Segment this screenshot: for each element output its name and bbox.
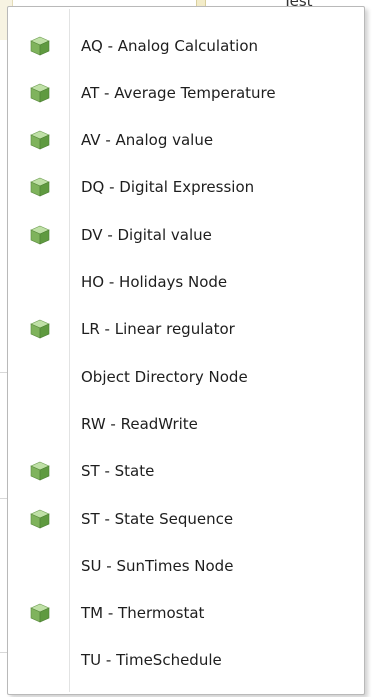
menu-item-icon-slot <box>10 542 69 589</box>
menu-item[interactable]: ST - State <box>10 448 362 495</box>
cube-icon <box>29 225 50 245</box>
menu-item-label: ST - State Sequence <box>81 509 234 528</box>
menu-item-label: LR - Linear regulator <box>81 320 235 339</box>
menu-item[interactable]: DV - Digital value <box>10 211 362 258</box>
menu-item[interactable]: TM - Thermostat <box>10 590 362 637</box>
menu-item[interactable]: TU - TimeSchedule <box>10 637 362 684</box>
context-menu: AQ - Analog Calculation AT - Average Temp… <box>7 6 365 695</box>
menu-item-label: RW - ReadWrite <box>81 414 198 433</box>
menu-item-label: SU - SunTimes Node <box>81 556 234 575</box>
cube-icon <box>29 36 50 55</box>
cube-icon <box>29 178 50 197</box>
menu-item-icon-slot <box>10 495 69 542</box>
menu-item-icon-slot <box>10 117 69 164</box>
menu-item-icon-slot <box>10 69 69 116</box>
menu-item-label: HO - Holidays Node <box>81 273 228 291</box>
menu-item[interactable]: AT - Average Temperature <box>10 69 362 116</box>
menu-item-label: AQ - Analog Calculation <box>81 36 259 55</box>
cube-icon <box>29 461 50 481</box>
menu-item-icon-slot <box>10 306 69 353</box>
menu-item[interactable]: AV - Analog value <box>10 117 362 164</box>
menu-item-label: TM - Thermostat <box>81 604 205 623</box>
menu-item[interactable]: HO - Holidays Node <box>10 259 362 306</box>
menu-item-icon-slot <box>10 353 69 400</box>
menu-item-label: AT - Average Temperature <box>81 83 276 102</box>
menu-item-icon-slot <box>10 164 69 211</box>
menu-item[interactable]: LR - Linear regulator <box>10 306 362 353</box>
menu-item[interactable]: AQ - Analog Calculation <box>10 22 362 69</box>
menu-item[interactable]: DQ - Digital Expression <box>10 164 362 211</box>
menu-item-icon-slot <box>10 259 69 306</box>
menu-item-label: TU - TimeSchedule <box>81 651 222 670</box>
menu-item[interactable]: RW - ReadWrite <box>10 400 362 447</box>
menu-item-label: ST - State <box>81 462 155 481</box>
menu-item[interactable]: ST - State Sequence <box>10 495 362 542</box>
menu-item-icon-slot <box>10 448 69 495</box>
menu-item-icon-slot <box>10 590 69 637</box>
cube-icon <box>29 509 50 528</box>
menu-item-icon-slot <box>10 211 69 258</box>
cube-icon <box>29 83 50 103</box>
menu-item-label: AV - Analog value <box>81 131 214 150</box>
menu-item-icon-slot <box>10 637 69 684</box>
cube-icon <box>29 130 50 150</box>
menu-item-label: Object Directory Node <box>81 367 248 386</box>
menu-item-icon-slot <box>10 22 69 69</box>
cube-icon <box>29 603 50 623</box>
menu-item-label: DV - Digital value <box>81 225 212 244</box>
menu-item-icon-slot <box>10 400 69 447</box>
cube-icon <box>29 319 50 339</box>
menu-item-label: DQ - Digital Expression <box>81 178 255 197</box>
menu-item[interactable]: SU - SunTimes Node <box>10 542 362 589</box>
menu-item[interactable]: Object Directory Node <box>10 353 362 400</box>
